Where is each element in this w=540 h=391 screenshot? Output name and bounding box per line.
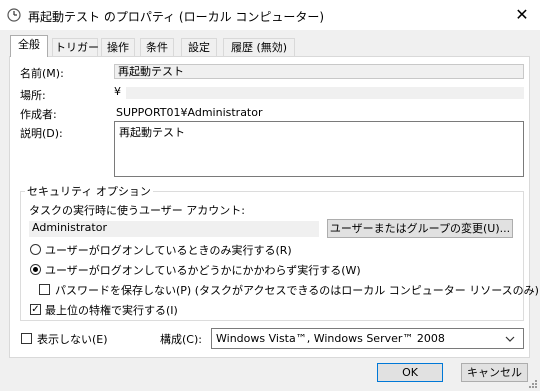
author-value: SUPPORT01¥Administrator bbox=[116, 106, 263, 119]
close-button[interactable]: ✕ bbox=[506, 2, 538, 28]
location-label: 場所: bbox=[20, 89, 46, 102]
logon-only-radio[interactable] bbox=[30, 244, 41, 255]
cancel-button[interactable]: キャンセル bbox=[461, 363, 528, 382]
account-value: Administrator bbox=[29, 221, 319, 237]
description-field[interactable]: 再起動テスト bbox=[114, 121, 524, 177]
tab-triggers[interactable]: トリガー bbox=[52, 38, 99, 56]
run-whether-logged-label[interactable]: ユーザーがログオンしているかどうかにかかわらず実行する(W) bbox=[45, 262, 361, 278]
name-field[interactable]: 再起動テスト bbox=[114, 64, 524, 79]
ok-button[interactable]: OK bbox=[377, 363, 443, 382]
resize-grip-icon[interactable] bbox=[528, 379, 538, 389]
run-whether-logged-radio[interactable] bbox=[30, 264, 41, 275]
chevron-down-icon bbox=[505, 336, 515, 342]
security-options-title: セキュリティ オプション bbox=[25, 183, 153, 199]
location-field bbox=[126, 87, 524, 99]
highest-privileges-label[interactable]: 最上位の特権で実行する(I) bbox=[45, 302, 178, 318]
description-label: 説明(D): bbox=[20, 127, 63, 140]
name-label: 名前(M): bbox=[20, 67, 64, 80]
window-title: 再起動テスト のプロパティ (ローカル コンピューター) bbox=[28, 10, 325, 24]
configure-select[interactable]: Windows Vista™, Windows Server™ 2008 bbox=[211, 328, 524, 349]
hidden-label[interactable]: 表示しない(E) bbox=[37, 331, 108, 347]
configure-label: 構成(C): bbox=[160, 333, 202, 346]
tab-general[interactable]: 全般 bbox=[10, 35, 48, 57]
change-user-button[interactable]: ユーザーまたはグループの変更(U)... bbox=[327, 219, 513, 238]
hidden-checkbox[interactable] bbox=[21, 333, 32, 344]
account-prompt: タスクの実行時に使うユーザー アカウント: bbox=[29, 204, 245, 217]
no-store-password-checkbox[interactable] bbox=[39, 284, 50, 295]
clock-icon bbox=[7, 8, 21, 22]
location-value: ¥ bbox=[114, 85, 121, 98]
tab-actions[interactable]: 操作 bbox=[101, 38, 135, 56]
tab-conditions[interactable]: 条件 bbox=[140, 38, 174, 56]
tab-settings[interactable]: 設定 bbox=[181, 38, 217, 56]
author-label: 作成者: bbox=[20, 108, 57, 121]
logon-only-label[interactable]: ユーザーがログオンしているときのみ実行する(R) bbox=[45, 242, 292, 258]
tab-history[interactable]: 履歴 (無効) bbox=[223, 38, 295, 56]
no-store-password-label[interactable]: パスワードを保存しない(P) (タスクがアクセスできるのはローカル コンピュータ… bbox=[55, 282, 539, 298]
configure-value: Windows Vista™, Windows Server™ 2008 bbox=[216, 332, 445, 345]
highest-privileges-checkbox[interactable]: ✓ bbox=[30, 304, 41, 315]
